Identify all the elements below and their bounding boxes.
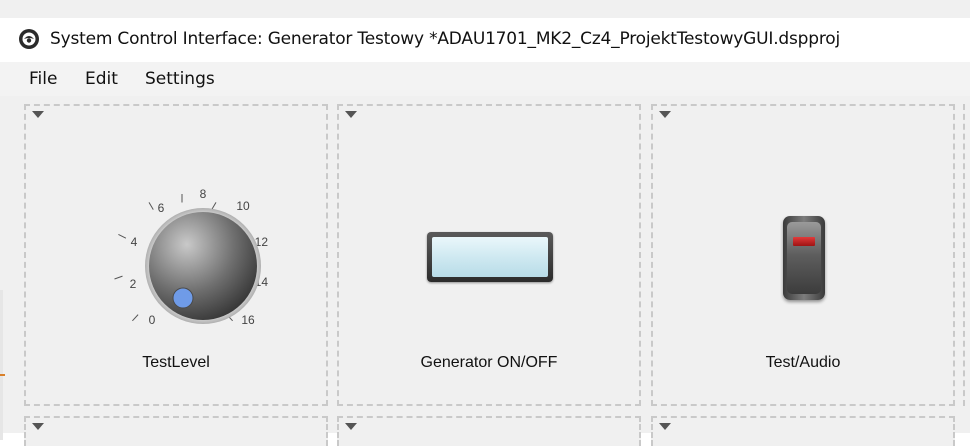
knob-scale-label: 4 — [131, 235, 138, 249]
control-label-generator: Generator ON/OFF — [420, 354, 558, 371]
switch-indicator — [793, 237, 815, 246]
panel-menu-arrow-icon[interactable] — [345, 111, 357, 118]
window-title: System Control Interface: Generator Test… — [50, 29, 840, 49]
knob-scale-label: 0 — [149, 313, 156, 327]
knob-indicator-dot — [172, 287, 194, 309]
control-panel-test-audio: Test/Audio — [651, 104, 955, 406]
panel-menu-arrow-icon[interactable] — [32, 423, 44, 430]
knob-scale-label: 6 — [158, 201, 165, 215]
control-label-testlevel: TestLevel — [142, 354, 210, 371]
panel-menu-arrow-icon[interactable] — [659, 423, 671, 430]
knob-scale-label: 2 — [130, 277, 137, 291]
control-panel-partial — [963, 104, 970, 406]
test-audio-switch[interactable] — [783, 216, 825, 300]
window-edge — [0, 290, 3, 440]
button-face — [432, 237, 548, 277]
app-window: System Control Interface: Generator Test… — [0, 0, 970, 446]
knob-scale-label: 8 — [200, 187, 207, 201]
sigmastudio-logo-icon — [19, 29, 39, 49]
panel-menu-arrow-icon[interactable] — [345, 423, 357, 430]
knob-scale-label: 16 — [241, 313, 255, 327]
rotary-knob[interactable]: 0 2 4 6 8 10 12 14 16 — [98, 178, 268, 338]
control-panel-row2-1 — [24, 416, 328, 446]
control-label-test-audio: Test/Audio — [765, 354, 841, 371]
control-panel-row2-3 — [651, 416, 955, 446]
menu-edit[interactable]: Edit — [85, 69, 118, 89]
panel-menu-arrow-icon[interactable] — [32, 111, 44, 118]
generator-toggle-button[interactable] — [427, 232, 553, 282]
menu-settings[interactable]: Settings — [145, 69, 215, 89]
menu-file[interactable]: File — [29, 69, 57, 89]
knob-scale-label: 10 — [236, 199, 250, 213]
panel-menu-arrow-icon[interactable] — [659, 111, 671, 118]
control-panel-generator: Generator ON/OFF — [337, 104, 641, 406]
edge-marker — [0, 374, 5, 376]
switch-face — [787, 222, 821, 294]
control-panel-testlevel: 0 2 4 6 8 10 12 14 16 TestLevel — [24, 104, 328, 406]
control-panel-row2-2 — [337, 416, 641, 446]
